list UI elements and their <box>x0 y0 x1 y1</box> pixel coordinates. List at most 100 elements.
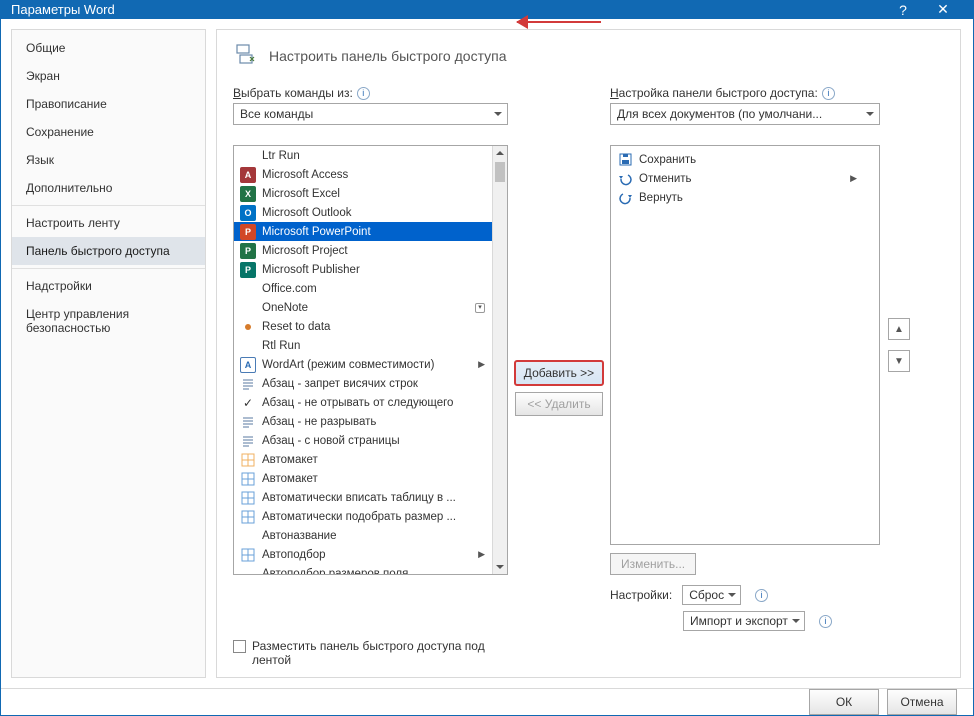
command-label: Абзац - запрет висячих строк <box>262 378 418 390</box>
main-header: Настроить панель быстрого доступа <box>233 42 944 70</box>
command-item[interactable]: PMicrosoft Project <box>234 241 507 260</box>
show-below-ribbon-label: Разместить панель быстрого доступа подле… <box>252 639 485 667</box>
import-export-dropdown[interactable]: Импорт и экспорт <box>683 611 805 631</box>
redo-icon <box>617 190 633 206</box>
sidebar-item[interactable]: Панель быстрого доступа <box>12 237 205 265</box>
command-label: Rtl Run <box>262 340 300 352</box>
app-icon: O <box>240 205 256 221</box>
qat-item[interactable]: Вернуть <box>611 188 879 207</box>
command-label: Microsoft Publisher <box>262 264 360 276</box>
command-label: Автоназвание <box>262 530 337 542</box>
middle-buttons-column: Добавить >> << Удалить <box>508 145 610 631</box>
scroll-thumb[interactable] <box>495 162 505 182</box>
command-item[interactable]: Абзац - запрет висячих строк <box>234 374 507 393</box>
cancel-button[interactable]: Отмена <box>887 689 957 715</box>
app-icon: P <box>240 224 256 240</box>
popup-indicator-icon: ▾ <box>475 303 485 313</box>
command-item[interactable]: Абзац - с новой страницы <box>234 431 507 450</box>
save-icon <box>617 152 633 168</box>
table-icon <box>240 452 256 468</box>
show-below-ribbon-checkbox[interactable] <box>233 640 246 653</box>
command-item[interactable]: Автоматически подобрать размер ... <box>234 507 507 526</box>
remove-button[interactable]: << Удалить <box>515 392 603 416</box>
command-label: Абзац - не отрывать от следующего <box>262 397 453 409</box>
import-export-row: Импорт и экспорт i <box>610 611 910 631</box>
command-label: Автомакет <box>262 454 318 466</box>
below-right-controls: Изменить... Настройки: Сброс i Импорт и … <box>610 553 910 631</box>
table-icon <box>240 509 256 525</box>
sidebar-separator <box>12 268 205 269</box>
command-label: Reset to data <box>262 321 330 333</box>
table-icon <box>240 547 256 563</box>
sidebar-item[interactable]: Правописание <box>12 90 205 118</box>
command-item[interactable]: ✓ Абзац - не отрывать от следующего <box>234 393 507 412</box>
lists-area: Ltr RunAMicrosoft AccessXMicrosoft Excel… <box>233 145 944 631</box>
command-item[interactable]: PMicrosoft PowerPoint <box>234 222 507 241</box>
command-item[interactable]: O Microsoft Outlook <box>234 203 507 222</box>
close-button[interactable]: ✕ <box>923 1 963 18</box>
show-below-ribbon-row: Разместить панель быстрого доступа подле… <box>233 639 944 667</box>
command-item[interactable]: Автомакет <box>234 469 507 488</box>
command-item[interactable]: PMicrosoft Publisher <box>234 260 507 279</box>
qat-commands-list[interactable]: СохранитьОтменить▶Вернуть <box>610 145 880 545</box>
dropdown-labels-row: Выбрать команды из:i Настройка панели бы… <box>233 86 944 100</box>
reset-dropdown[interactable]: Сброс <box>682 585 741 605</box>
dot-icon <box>240 319 256 335</box>
command-item[interactable]: Абзац - не разрывать <box>234 412 507 431</box>
available-commands-list[interactable]: Ltr RunAMicrosoft AccessXMicrosoft Excel… <box>233 145 508 575</box>
left-scrollbar[interactable] <box>492 146 507 574</box>
move-up-button[interactable]: ▲ <box>888 318 910 340</box>
annotation-arrow <box>509 17 601 27</box>
info-icon[interactable]: i <box>755 589 768 602</box>
sidebar-item[interactable]: Дополнительно <box>12 174 205 202</box>
scroll-down-button[interactable] <box>493 560 507 574</box>
command-item[interactable]: Автоподбор размеров поля <box>234 564 507 575</box>
app-icon: X <box>240 186 256 202</box>
command-item[interactable]: Office.com <box>234 279 507 298</box>
command-label: Microsoft Access <box>262 169 348 181</box>
help-button[interactable]: ? <box>883 2 923 18</box>
command-item[interactable]: XMicrosoft Excel <box>234 184 507 203</box>
category-sidebar: ОбщиеЭкранПравописаниеСохранениеЯзыкДопо… <box>11 29 206 678</box>
info-icon[interactable]: i <box>822 87 835 100</box>
paragraph-icon <box>240 414 256 430</box>
sidebar-item[interactable]: Настроить ленту <box>12 209 205 237</box>
dialog-body: ОбщиеЭкранПравописаниеСохранениеЯзыкДопо… <box>1 19 973 688</box>
sidebar-item[interactable]: Язык <box>12 146 205 174</box>
scroll-up-button[interactable] <box>493 146 507 160</box>
sidebar-item[interactable]: Центр управления безопасностью <box>12 300 205 342</box>
command-item[interactable]: OneNote▾ <box>234 298 507 317</box>
qat-item[interactable]: Отменить▶ <box>611 169 879 188</box>
command-item[interactable]: Rtl Run <box>234 336 507 355</box>
choose-commands-dropdown[interactable]: Все команды <box>233 103 508 125</box>
move-down-button[interactable]: ▼ <box>888 350 910 372</box>
command-item[interactable]: Автомакет <box>234 450 507 469</box>
command-item[interactable]: AMicrosoft Access <box>234 165 507 184</box>
table-icon <box>240 490 256 506</box>
info-icon[interactable]: i <box>357 87 370 100</box>
customize-for-dropdown[interactable]: Для всех документов (по умолчани... <box>610 103 880 125</box>
command-item[interactable]: Автоназвание <box>234 526 507 545</box>
add-button[interactable]: Добавить >> <box>514 360 604 386</box>
command-item[interactable]: AWordArt (режим совместимости)▶ <box>234 355 507 374</box>
qat-item[interactable]: Сохранить <box>611 150 879 169</box>
command-label: Ltr Run <box>262 150 300 162</box>
command-item[interactable]: Автоподбор▶ <box>234 545 507 564</box>
sidebar-item[interactable]: Сохранение <box>12 118 205 146</box>
ok-button[interactable]: ОК <box>809 689 879 715</box>
command-label: Microsoft Outlook <box>262 207 351 219</box>
check-icon: ✓ <box>240 395 256 411</box>
settings-label: Настройки: <box>610 588 672 602</box>
app-icon: A <box>240 357 256 373</box>
sidebar-item[interactable]: Экран <box>12 62 205 90</box>
qat-item-label: Отменить <box>639 173 692 185</box>
command-label: Автоподбор размеров поля <box>262 568 408 576</box>
info-icon[interactable]: i <box>819 615 832 628</box>
command-item[interactable]: Автоматически вписать таблицу в ... <box>234 488 507 507</box>
sidebar-item[interactable]: Общие <box>12 34 205 62</box>
command-item[interactable]: Reset to data <box>234 317 507 336</box>
command-item[interactable]: Ltr Run <box>234 146 507 165</box>
modify-button[interactable]: Изменить... <box>610 553 696 575</box>
sidebar-item[interactable]: Надстройки <box>12 272 205 300</box>
command-label: Автомакет <box>262 473 318 485</box>
